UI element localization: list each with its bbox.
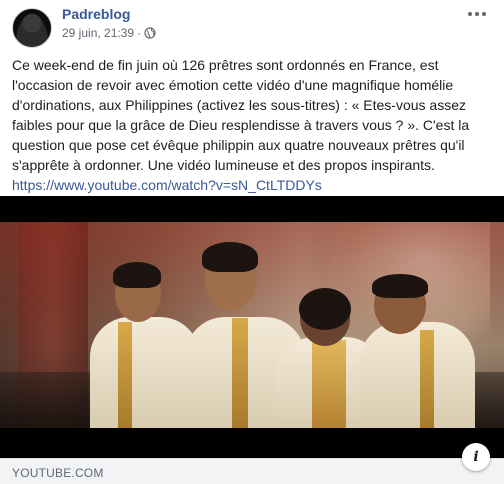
globe-icon[interactable] <box>144 27 156 39</box>
link-source-domain: YOUTUBE.COM <box>12 466 104 480</box>
video-thumbnail[interactable] <box>0 222 504 428</box>
post-body-text: Ce week-end de fin juin où 126 prêtres s… <box>12 57 470 173</box>
post-meta: 29 juin, 21:39 · <box>62 26 156 40</box>
post-message: Ce week-end de fin juin où 126 prêtres s… <box>12 55 497 195</box>
video-preview[interactable] <box>0 196 504 458</box>
page-name-link[interactable]: Padreblog <box>62 6 130 22</box>
info-icon[interactable]: i <box>462 443 490 471</box>
post-timestamp[interactable]: 29 juin, 21:39 <box>62 26 134 40</box>
link-preview-footer[interactable]: YOUTUBE.COM <box>0 458 504 484</box>
meta-separator: · <box>137 26 142 40</box>
youtube-link[interactable]: https://www.youtube.com/watch?v=sN_CtLTD… <box>12 175 497 195</box>
post-header: Padreblog 29 juin, 21:39 · <box>0 0 504 50</box>
page-avatar[interactable] <box>12 8 52 48</box>
ellipsis-icon[interactable] <box>468 9 488 19</box>
